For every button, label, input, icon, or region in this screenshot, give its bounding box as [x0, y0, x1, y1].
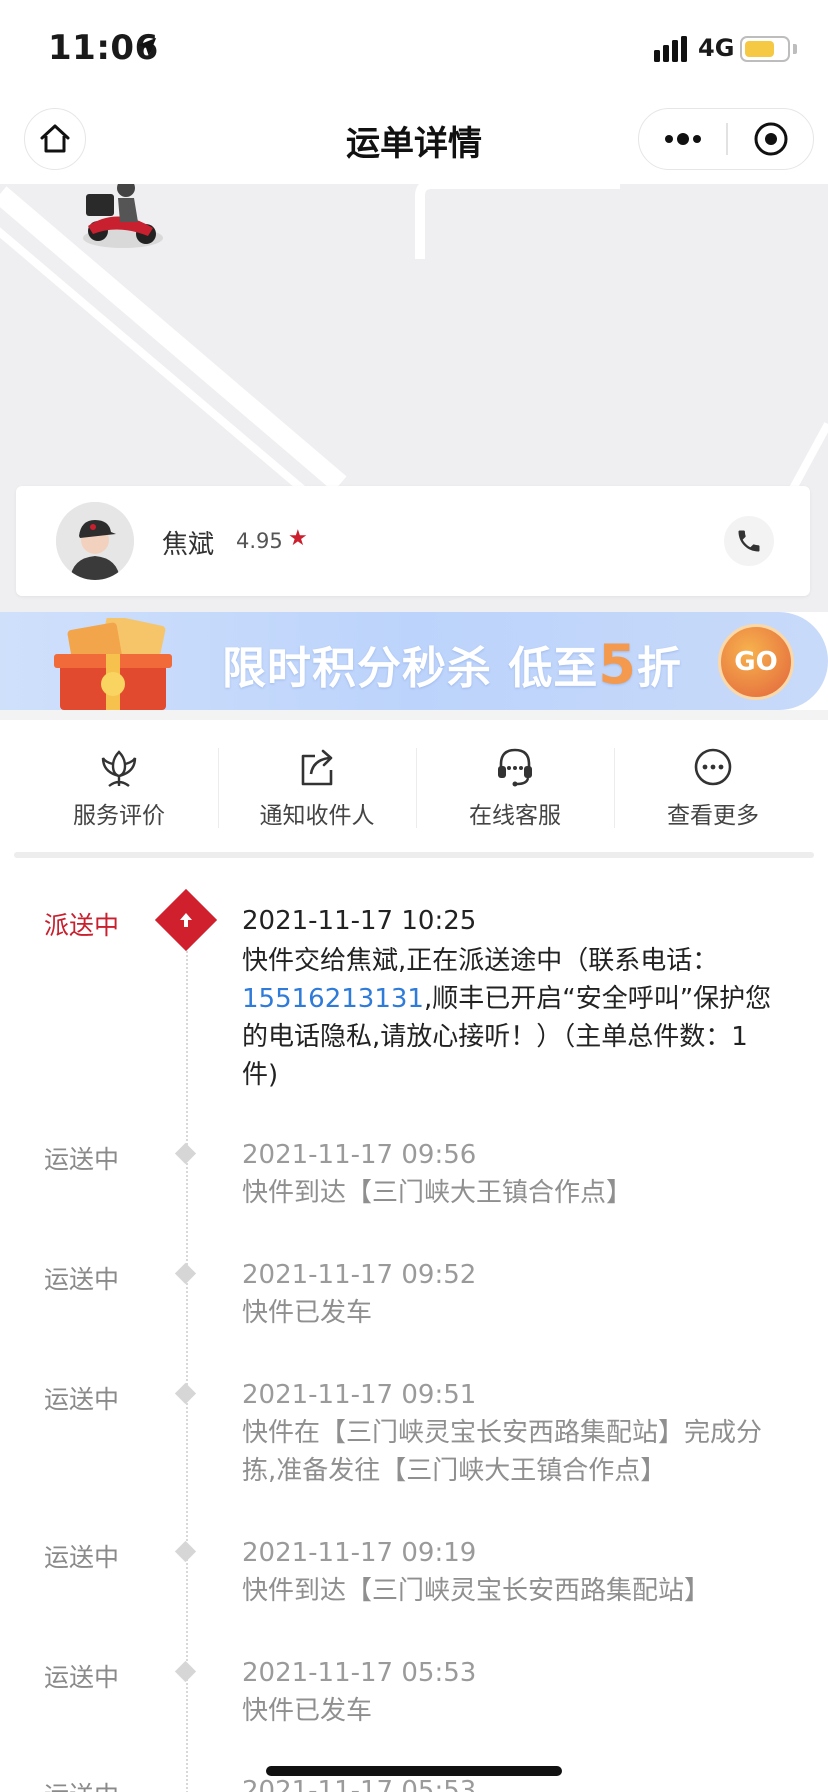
action-online-support[interactable]: 在线客服	[416, 720, 614, 850]
timeline-status: 运送中	[44, 1265, 120, 1294]
action-label: 服务评价	[73, 803, 165, 829]
status-bar: 11:06 4G	[0, 0, 828, 100]
timeline-status: 运送中	[44, 1776, 119, 1792]
section-gap	[0, 710, 828, 720]
courier-rating: 4.95	[236, 529, 283, 553]
battery-level	[745, 41, 774, 57]
signal-icon	[654, 36, 687, 62]
more-circle-icon	[694, 748, 732, 786]
timeline-time: 2021-11-17 09:19	[242, 1538, 477, 1568]
target-close-icon	[754, 122, 787, 155]
timeline-status: 运送中	[44, 1145, 120, 1174]
share-icon	[301, 749, 333, 786]
timeline-desc: 快件到达【三门峡灵宝长安西路集配站】	[242, 1576, 711, 1606]
battery-icon	[740, 36, 790, 62]
timeline-desc: 快件交给焦斌,正在派送途中（联系电话：15516213131,顺丰已开启“安全呼…	[242, 942, 782, 1094]
network-type: 4G	[698, 34, 735, 62]
action-more[interactable]: 查看更多	[614, 720, 812, 850]
timeline-time: 2021-11-17 05:53	[242, 1658, 477, 1688]
timeline-status: 运送中	[44, 1663, 120, 1692]
action-label: 在线客服	[469, 803, 561, 829]
timeline-desc: 快件到达【三门峡大王镇合作点】	[242, 1178, 633, 1208]
flower-icon	[101, 750, 137, 787]
courier-name: 焦斌	[162, 530, 215, 560]
headset-icon	[498, 748, 532, 787]
more-dots-icon	[664, 132, 701, 145]
timeline-desc-text: 快件交给焦斌,正在派送途中（联系电话：	[242, 946, 719, 976]
banner-text: 限时积分秒杀 低至5折	[222, 632, 682, 696]
timeline-marker	[174, 1540, 197, 1563]
promo-banner[interactable]: 限时积分秒杀 低至5折 GO	[0, 612, 828, 710]
action-notify-recipient[interactable]: 通知收件人	[218, 720, 416, 850]
timeline-marker	[174, 1382, 197, 1405]
arrow-up-icon	[171, 905, 201, 935]
banner-discount: 5	[598, 633, 637, 696]
timeline-time: 2021-11-17 09:52	[242, 1260, 477, 1290]
timeline-desc: 快件已发车	[242, 1696, 373, 1726]
nav-bar: 运单详情	[0, 100, 828, 184]
phone-icon	[738, 530, 760, 552]
timeline-marker	[174, 1262, 197, 1285]
timeline-time: 2021-11-17 09:56	[242, 1140, 477, 1170]
courier-avatar	[56, 502, 134, 580]
timeline-desc: 快件在【三门峡灵宝长安西路集配站】完成分拣,准备发往【三门峡大王镇合作点】	[242, 1418, 763, 1486]
call-courier-button[interactable]	[724, 516, 774, 566]
mini-program-capsule	[638, 108, 814, 170]
courier-avatar-image	[56, 502, 134, 580]
banner-go-button[interactable]: GO	[718, 624, 794, 700]
timeline-status: 派送中	[44, 911, 120, 940]
action-label: 查看更多	[667, 803, 759, 829]
divider	[14, 852, 814, 858]
map-view[interactable]: 焦斌 4.95 ★	[0, 184, 828, 612]
action-service-rating[interactable]: 服务评价	[20, 720, 218, 850]
timeline-status: 运送中	[44, 1543, 120, 1572]
battery-tip	[793, 44, 797, 54]
action-bar: 服务评价 通知收件人 在线客服 查看更多	[0, 720, 828, 850]
home-indicator	[266, 1766, 562, 1776]
timeline-marker	[174, 1660, 197, 1683]
courier-card[interactable]: 焦斌 4.95 ★	[16, 486, 810, 596]
timeline-time: 2021-11-17 10:25	[242, 906, 477, 936]
location-arrow-icon	[137, 37, 157, 57]
more-button[interactable]	[639, 109, 726, 168]
banner-text-before: 限时积分秒杀 低至	[222, 643, 599, 694]
timeline-time: 2021-11-17 09:51	[242, 1380, 477, 1410]
close-button[interactable]	[728, 109, 813, 168]
courier-scooter-icon	[83, 184, 163, 248]
timeline-time: 2021-11-17 05:53	[242, 1776, 477, 1792]
timeline-desc: 快件已发车	[242, 1298, 373, 1328]
timeline-status: 运送中	[44, 1385, 120, 1414]
timeline-marker	[174, 1142, 197, 1165]
banner-text-after: 折	[636, 643, 682, 694]
action-label: 通知收件人	[259, 803, 375, 829]
star-icon: ★	[288, 526, 308, 551]
tracking-timeline: 派送中 2021-11-17 10:25 快件交给焦斌,正在派送途中（联系电话：…	[0, 870, 828, 1792]
phone-link[interactable]: 15516213131	[242, 984, 424, 1014]
gift-box-icon	[54, 618, 172, 710]
